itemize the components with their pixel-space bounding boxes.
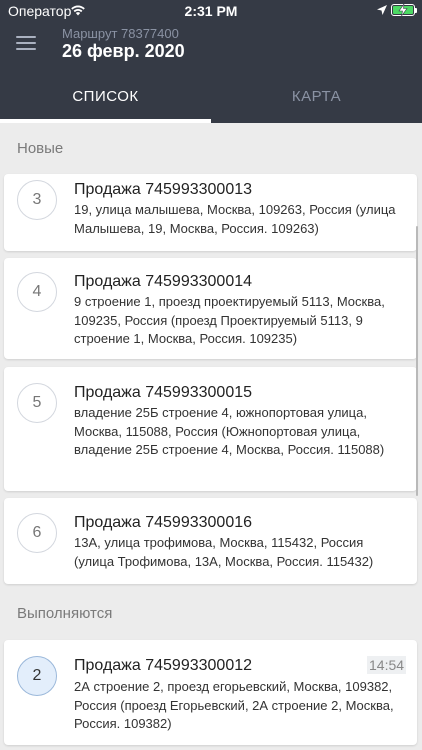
list-item[interactable]: 2 Продажа 745993300012 14:54 2А строение… [4, 640, 417, 745]
stop-number-badge: 2 [17, 656, 57, 696]
order-title: Продажа 745993300013 [74, 181, 253, 198]
location-arrow-icon [377, 5, 387, 15]
charging-bolt-icon [398, 4, 408, 16]
list-item[interactable]: 3 Продажа 745993300013 19, улица малышев… [4, 174, 417, 251]
stop-number-badge: 6 [17, 513, 57, 553]
list-item[interactable]: 5 Продажа 745993300015 владение 25Б стро… [4, 367, 417, 491]
route-date: 26 февр. 2020 [62, 41, 185, 61]
scrollbar[interactable] [416, 226, 418, 496]
active-tab-indicator [0, 119, 211, 123]
tab-list[interactable]: СПИСОК [0, 88, 211, 105]
section-title-in-progress: Выполняются [17, 605, 113, 622]
order-title: Продажа 745993300015 [74, 384, 253, 401]
order-title: Продажа 745993300014 [74, 273, 253, 290]
stop-number-badge: 4 [17, 272, 57, 312]
order-title: Продажа 745993300012 [74, 657, 253, 674]
clock-time: 2:31 PM [184, 3, 238, 19]
status-bar: Оператор 2:31 PM [0, 0, 422, 22]
order-address: 13А, улица трофимова, Москва, 115432, Ро… [74, 535, 374, 569]
tab-map[interactable]: КАРТА [211, 88, 422, 105]
stop-number-badge: 5 [17, 383, 57, 423]
order-time: 14:54 [367, 656, 407, 674]
stop-number-badge: 3 [17, 180, 57, 220]
order-title: Продажа 745993300016 [74, 514, 253, 531]
app-header: Оператор 2:31 PM Маршрут 78377400 26 фев… [0, 0, 422, 123]
section-title-new: Новые [17, 140, 64, 157]
order-address: 19, улица малышева, Москва, 109263, Росс… [74, 202, 396, 236]
order-address: 9 строение 1, проезд проектируемый 5113,… [74, 294, 385, 346]
route-label: Маршрут 78377400 [62, 26, 179, 41]
list-item[interactable]: 6 Продажа 745993300016 13А, улица трофим… [4, 498, 417, 584]
hamburger-menu-icon[interactable] [16, 36, 36, 50]
list-item[interactable]: 4 Продажа 745993300014 9 строение 1, про… [4, 258, 417, 359]
order-address: владение 25Б строение 4, южнопортовая ул… [74, 405, 385, 457]
order-address: 2А строение 2, проезд егорьевский, Москв… [74, 679, 394, 731]
battery-tip [415, 8, 417, 13]
